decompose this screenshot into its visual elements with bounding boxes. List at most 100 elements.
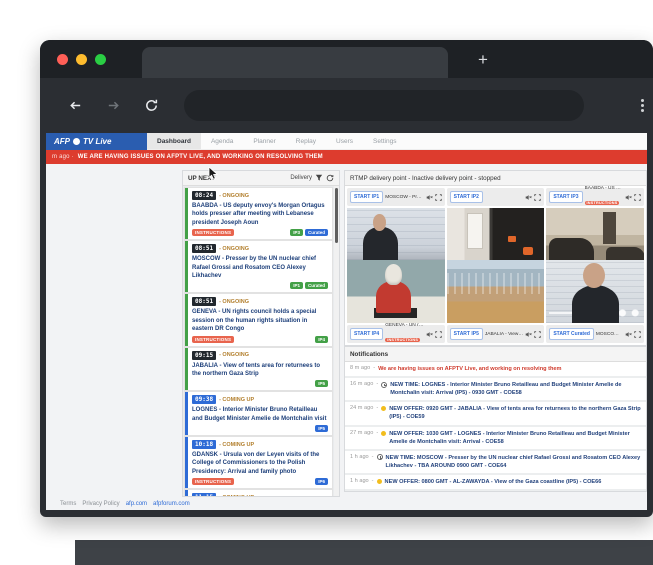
- start-stream-button[interactable]: START IP3: [549, 191, 582, 203]
- fullscreen-icon[interactable]: [634, 194, 641, 201]
- delivery-filter-label[interactable]: Delivery: [290, 175, 312, 181]
- browser-window: + AFP TV Live DashboardAgendaPla: [40, 40, 653, 517]
- event-title: MOSCOW - Presser by the UN nuclear chief…: [192, 255, 328, 280]
- event-time-badge: 08:51: [192, 297, 216, 306]
- notification-text: NEW TIME: LOGNES - Interior Minister Bru…: [390, 381, 641, 397]
- video-thumbnail[interactable]: [447, 260, 545, 323]
- instructions-badge: INSTRUCTIONS: [192, 336, 234, 343]
- logo-brand: AFP: [54, 137, 70, 146]
- notification-row: 24 m ago-NEW OFFER: 0920 GMT - JABALIA -…: [345, 402, 646, 424]
- browser-tab[interactable]: [142, 47, 448, 78]
- fullscreen-icon[interactable]: [435, 194, 442, 201]
- desktop-bottom-strip: [75, 540, 653, 565]
- notification-time: 1 h ago: [350, 478, 369, 484]
- mute-speaker-icon[interactable]: [426, 331, 433, 338]
- nav-tab-settings[interactable]: Settings: [363, 133, 407, 149]
- notification-text: We are having issues on AFPTV Live, and …: [378, 365, 561, 373]
- nav-tab-planner[interactable]: Planner: [243, 133, 285, 149]
- ip-badges: IP5: [315, 425, 328, 432]
- up-next-item-top: 08:51- ONGOING: [192, 297, 328, 306]
- up-next-item-top: 09:15- ONGOING: [192, 351, 328, 360]
- video-control-bar: START IP3BAABDA - US deputy en...INSTRUC…: [546, 188, 644, 206]
- video-control-icons: [525, 331, 541, 338]
- delivery-badge: IP5: [315, 425, 328, 432]
- ip-badges: IP5: [315, 380, 328, 387]
- mute-speaker-icon[interactable]: [625, 194, 632, 201]
- video-thumbnail[interactable]: [447, 208, 545, 260]
- fullscreen-icon[interactable]: [534, 331, 541, 338]
- close-window-button[interactable]: [57, 54, 68, 65]
- video-control-texts: MOSCOW - Press...: [596, 332, 623, 337]
- start-stream-button[interactable]: START IP4: [350, 328, 383, 340]
- instructions-badge: INSTRUCTIONS: [385, 338, 420, 342]
- notification-dash: -: [372, 454, 374, 460]
- browser-menu-button[interactable]: [634, 94, 650, 116]
- web-page: AFP TV Live DashboardAgendaPlannerReplay…: [46, 133, 647, 510]
- nav-tab-agenda[interactable]: Agenda: [201, 133, 243, 149]
- fullscreen-icon[interactable]: [534, 194, 541, 201]
- alert-banner: m ago · WE ARE HAVING ISSUES ON AFPTV LI…: [46, 150, 647, 164]
- app-header: AFP TV Live DashboardAgendaPlannerReplay…: [46, 133, 647, 150]
- delivery-badge: Curated: [305, 282, 328, 289]
- nav-tab-dashboard[interactable]: Dashboard: [147, 133, 201, 149]
- start-stream-button[interactable]: START IP2: [450, 191, 483, 203]
- notification-row: 1 h ago-NEW TIME: MOSCOW - Presser by th…: [345, 451, 646, 473]
- video-control-bar: START IP4GENEVA - UN rights cou...INSTRU…: [347, 325, 445, 343]
- page-footer: TermsPrivacy Policyafp.comafpforum.com: [60, 501, 190, 507]
- delivery-badge: IP6: [315, 478, 328, 485]
- minimize-window-button[interactable]: [76, 54, 87, 65]
- start-stream-button[interactable]: START IP5: [450, 328, 483, 340]
- mute-speaker-icon[interactable]: [525, 331, 532, 338]
- fullscreen-icon[interactable]: [634, 331, 641, 338]
- video-thumbnail[interactable]: [347, 260, 445, 323]
- event-status: - COMING UP: [219, 495, 254, 496]
- event-status: - ONGOING: [219, 352, 249, 358]
- video-row-2: [345, 260, 646, 323]
- up-next-panel: UP NEXT Delivery 08:24- ONGOINGBAABDA - …: [182, 170, 340, 497]
- video-title: BAABDA - US deputy en...: [585, 186, 623, 191]
- footer-link-afpforum-com[interactable]: afpforum.com: [153, 501, 190, 507]
- filter-funnel-icon[interactable]: [315, 174, 323, 182]
- up-next-item[interactable]: 09:15- ONGOINGJABALIA - View of tents ar…: [185, 348, 332, 391]
- footer-link-afp-com[interactable]: afp.com: [126, 501, 147, 507]
- mute-speaker-icon[interactable]: [525, 194, 532, 201]
- event-time-badge: 08:51: [192, 244, 216, 253]
- video-thumbnail[interactable]: [347, 208, 445, 260]
- video-thumbnail[interactable]: [546, 260, 644, 323]
- up-next-item[interactable]: 10:18- COMING UPGDANSK - Ursula von der …: [185, 437, 332, 488]
- mute-speaker-icon[interactable]: [426, 194, 433, 201]
- notification-text: NEW OFFER: 1030 GMT - LOGNES - Interior …: [389, 430, 641, 446]
- start-stream-button[interactable]: START Curated: [549, 328, 594, 340]
- nav-tab-users[interactable]: Users: [326, 133, 363, 149]
- up-next-item-top: 08:51- ONGOING: [192, 244, 328, 253]
- video-thumbnail[interactable]: [546, 208, 644, 260]
- video-control-icons: [426, 194, 442, 201]
- up-next-item-top: 11:15- COMING UP: [192, 493, 328, 496]
- ip-badges: IP6: [315, 478, 328, 485]
- afp-tv-live-logo: AFP TV Live: [46, 133, 147, 150]
- notification-row: 16 m ago-NEW TIME: LOGNES - Interior Min…: [345, 378, 646, 400]
- video-controls-row-2: START IP4GENEVA - UN rights cou...INSTRU…: [345, 323, 646, 345]
- start-stream-button[interactable]: START IP1: [350, 191, 383, 203]
- up-next-item[interactable]: 08:51- ONGOING MOSCOW - Presser by the UN…: [185, 241, 332, 292]
- address-bar[interactable]: [184, 90, 584, 121]
- up-next-item[interactable]: 09:38- COMING UPLOGNES - Interior Minist…: [185, 392, 332, 435]
- up-next-item[interactable]: 11:15- COMING UPTWICKENHAM - Rugby/Six N…: [185, 490, 332, 496]
- reload-button[interactable]: [140, 94, 162, 116]
- forward-button[interactable]: [102, 94, 124, 116]
- new-tab-button[interactable]: +: [470, 47, 496, 73]
- main-nav: DashboardAgendaPlannerReplayUsersSetting…: [147, 133, 647, 150]
- fullscreen-icon[interactable]: [435, 331, 442, 338]
- ip-badges: IP3Curated: [290, 229, 328, 236]
- notification-time: 16 m ago: [350, 381, 373, 387]
- new-offer-dot-icon: [377, 479, 382, 484]
- maximize-window-button[interactable]: [95, 54, 106, 65]
- video-title: JABALIA - View of tents ...: [485, 332, 523, 337]
- refresh-icon[interactable]: [326, 174, 334, 182]
- up-next-scrollbar[interactable]: [334, 186, 339, 496]
- up-next-item[interactable]: 08:24- ONGOINGBAABDA - US deputy envoy's…: [185, 188, 332, 239]
- back-button[interactable]: [64, 94, 86, 116]
- nav-tab-replay[interactable]: Replay: [286, 133, 326, 149]
- mute-speaker-icon[interactable]: [625, 331, 632, 338]
- up-next-item[interactable]: 08:51- ONGOINGGENEVA - UN rights council…: [185, 294, 332, 345]
